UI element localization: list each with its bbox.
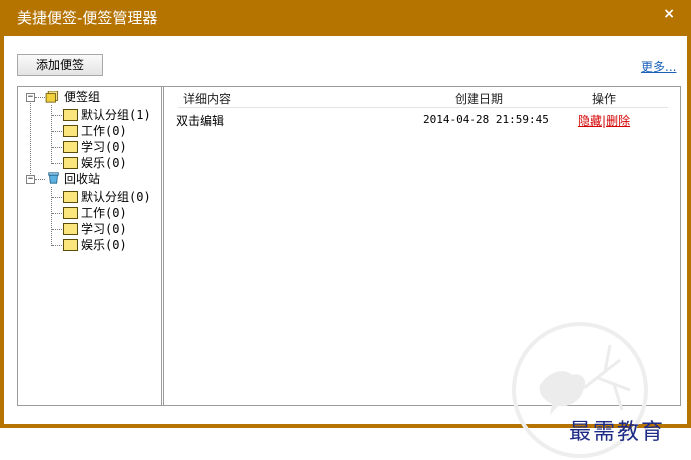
column-header-content[interactable]: 详细内容 <box>183 90 231 107</box>
pane-splitter[interactable] <box>163 87 164 405</box>
tree-node-recycle-default[interactable]: 默认分组(0) <box>18 189 158 205</box>
hide-note-link[interactable]: 隐藏 <box>578 114 602 128</box>
column-header-actions[interactable]: 操作 <box>592 90 616 107</box>
note-actions-cell: 隐藏|删除 <box>578 112 630 129</box>
collapse-toggle-icon[interactable]: − <box>26 175 35 184</box>
folder-icon <box>63 239 78 251</box>
folder-icon <box>63 125 78 137</box>
close-icon[interactable]: × <box>663 6 675 22</box>
tree-node-work[interactable]: 工作(0) <box>18 123 158 139</box>
more-link[interactable]: 更多... <box>641 58 676 75</box>
note-date-cell: 2014-04-28 21:59:45 <box>423 113 549 126</box>
content-panel: − 便签组 默认分组(1) 工作(0) 学习(0) 娱乐(0) − 回收站 默认… <box>17 86 681 458</box>
tree-node-label: 娱乐(0) <box>81 156 127 170</box>
tree-node-label: 默认分组(0) <box>81 190 151 204</box>
folder-tree[interactable]: − 便签组 默认分组(1) 工作(0) 学习(0) 娱乐(0) − 回收站 默认… <box>18 87 162 405</box>
notes-table-header: 详细内容 创建日期 操作 <box>178 89 668 108</box>
tree-node-default-group[interactable]: 默认分组(1) <box>18 107 158 123</box>
tree-node-entertainment[interactable]: 娱乐(0) <box>18 155 158 171</box>
folder-icon <box>63 223 78 235</box>
note-content-cell[interactable]: 双击编辑 <box>176 112 224 129</box>
window-title: 美捷便签-便签管理器 <box>17 9 158 27</box>
collapse-toggle-icon[interactable]: − <box>26 93 35 102</box>
tree-node-label: 工作(0) <box>81 206 127 220</box>
tree-node-label: 学习(0) <box>81 140 127 154</box>
tree-node-study[interactable]: 学习(0) <box>18 139 158 155</box>
column-header-date[interactable]: 创建日期 <box>455 90 503 107</box>
folder-icon <box>63 109 78 121</box>
tree-node-label: 回收站 <box>64 172 101 186</box>
table-row[interactable]: 双击编辑 2014-04-28 21:59:45 隐藏|删除 <box>176 109 668 129</box>
add-note-button[interactable]: 添加便签 <box>17 54 103 76</box>
tree-node-label: 娱乐(0) <box>81 238 127 252</box>
folder-icon <box>63 141 78 153</box>
folder-icon <box>63 207 78 219</box>
tree-node-label: 学习(0) <box>81 222 127 236</box>
tree-node-label: 便签组 <box>64 90 101 104</box>
tree-node-label: 工作(0) <box>81 124 127 138</box>
folder-icon <box>63 191 78 203</box>
delete-note-link[interactable]: 删除 <box>606 114 630 128</box>
note-manager-window: 美捷便签-便签管理器 × 添加便签 更多... − 便签组 默认分组(1) 工作… <box>0 0 691 458</box>
tree-node-recycle-study[interactable]: 学习(0) <box>18 221 158 237</box>
tree-node-notes-group[interactable]: − 便签组 <box>18 89 158 105</box>
tree-node-recycle-bin[interactable]: − 回收站 <box>18 171 158 187</box>
title-bar: 美捷便签-便签管理器 × <box>0 0 691 36</box>
tree-node-recycle-work[interactable]: 工作(0) <box>18 205 158 221</box>
window-body: 添加便签 更多... − 便签组 默认分组(1) 工作(0) 学习(0) 娱乐(… <box>4 36 687 458</box>
tree-node-label: 默认分组(1) <box>81 108 151 122</box>
folder-icon <box>63 157 78 169</box>
tree-node-recycle-entertainment[interactable]: 娱乐(0) <box>18 237 158 253</box>
watermark-text: 最需教育 <box>569 420 666 445</box>
recycle-bin-icon <box>48 172 59 184</box>
note-group-icon <box>45 91 59 103</box>
